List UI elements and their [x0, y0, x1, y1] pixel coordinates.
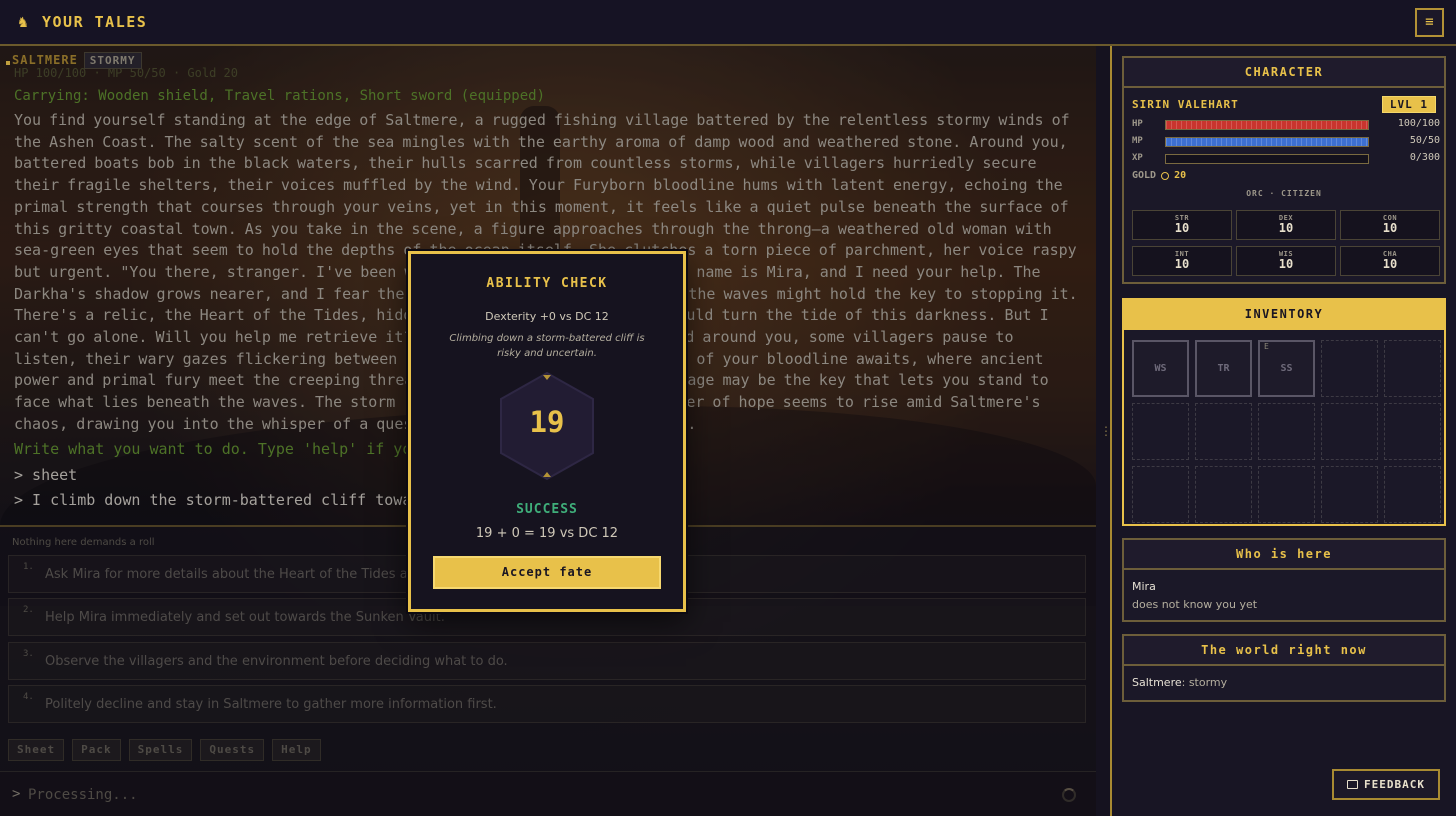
- hp-bar: HP 100/100: [1132, 118, 1440, 132]
- hp-track: [1165, 120, 1369, 130]
- inventory-slot-empty[interactable]: [1258, 466, 1315, 523]
- feedback-label: FEEDBACK: [1364, 778, 1425, 791]
- world-panel-title: The world right now: [1124, 636, 1444, 666]
- top-bar: ♞ YOUR TALES ≡: [0, 0, 1456, 46]
- roll-value: 19: [529, 405, 565, 439]
- hp-value: 100/100: [1397, 118, 1440, 129]
- panel-splitter[interactable]: ⋮: [1096, 46, 1112, 816]
- gold-row: GOLD 20: [1132, 170, 1186, 181]
- mp-label: MP: [1132, 136, 1143, 146]
- xp-value: 0/300: [1409, 152, 1440, 163]
- hamburger-icon: ≡: [1425, 14, 1434, 30]
- who-is-here-title: Who is here: [1124, 540, 1444, 570]
- character-panel: CHARACTER SIRIN VALEHART LVL 1 HP 100/10…: [1122, 56, 1446, 284]
- ability-wis: WIS 10: [1236, 246, 1336, 276]
- check-math: 19 + 0 = 19 vs DC 12: [475, 526, 619, 541]
- ability-value: 10: [1174, 221, 1190, 235]
- inventory-panel-title: INVENTORY: [1124, 300, 1444, 330]
- inventory-slot-empty[interactable]: [1384, 403, 1441, 460]
- character-name: SIRIN VALEHART: [1132, 98, 1239, 111]
- inventory-slot-filled[interactable]: TR: [1195, 340, 1252, 397]
- ability-value: 10: [1382, 221, 1398, 235]
- mp-bar: MP 50/50: [1132, 135, 1440, 149]
- ability-scores: STR 10 DEX 10 CON 10 INT 10 WIS 10 CHA 10: [1132, 210, 1440, 276]
- item-code: TR: [1217, 363, 1230, 374]
- hamburger-menu-button[interactable]: ≡: [1415, 8, 1444, 37]
- inventory-slot-empty[interactable]: [1321, 403, 1378, 460]
- inventory-slot-empty[interactable]: [1384, 340, 1441, 397]
- side-panel: CHARACTER SIRIN VALEHART LVL 1 HP 100/10…: [1112, 46, 1456, 816]
- level-badge: LVL 1: [1381, 96, 1436, 113]
- ability-value: 10: [1382, 257, 1398, 271]
- hp-fill: [1166, 121, 1368, 129]
- xp-track: [1165, 154, 1369, 164]
- check-description: Climbing down a storm-battered cliff is …: [449, 333, 645, 359]
- ability-value: 10: [1174, 257, 1190, 271]
- race-class: ORC · CITIZEN: [1246, 189, 1322, 198]
- character-panel-title: CHARACTER: [1124, 58, 1444, 88]
- xp-label: XP: [1132, 153, 1143, 163]
- gold-label: GOLD: [1132, 170, 1157, 181]
- inventory-slot-filled[interactable]: SS E: [1258, 340, 1315, 397]
- inventory-slot-empty[interactable]: [1384, 466, 1441, 523]
- ability-con: CON 10: [1340, 210, 1440, 240]
- inventory-slot-filled[interactable]: WS: [1132, 340, 1189, 397]
- who-is-here-panel: Who is here Mira does not know you yet: [1122, 538, 1446, 622]
- inventory-slot-empty[interactable]: [1132, 403, 1189, 460]
- xp-bar: XP 0/300: [1132, 152, 1440, 166]
- npc-name[interactable]: Mira: [1132, 580, 1156, 593]
- inventory-slot-empty[interactable]: [1132, 466, 1189, 523]
- ability-check-modal: ABILITY CHECK Dexterity +0 vs DC 12 Clim…: [408, 251, 686, 612]
- mp-fill: [1166, 138, 1368, 146]
- inventory-slot-empty[interactable]: [1195, 403, 1252, 460]
- ability-value: 10: [1278, 221, 1294, 235]
- inventory-slot-empty[interactable]: [1258, 403, 1315, 460]
- world-state: Saltmere: stormy: [1132, 676, 1227, 689]
- feedback-button[interactable]: FEEDBACK: [1332, 769, 1440, 800]
- chat-icon: [1347, 780, 1358, 789]
- inventory-slot-empty[interactable]: [1195, 466, 1252, 523]
- inventory-slot-empty[interactable]: [1321, 340, 1378, 397]
- warrior-icon: ♞: [18, 12, 28, 31]
- npc-status: does not know you yet: [1132, 598, 1258, 611]
- inventory-panel: INVENTORY WS TR SS E: [1122, 298, 1446, 526]
- world-place: Saltmere: [1132, 676, 1182, 689]
- mp-value: 50/50: [1409, 135, 1440, 146]
- ability-dex: DEX 10: [1236, 210, 1336, 240]
- check-subtitle: Dexterity +0 vs DC 12: [485, 310, 609, 323]
- ability-value: 10: [1278, 257, 1294, 271]
- ability-cha: CHA 10: [1340, 246, 1440, 276]
- inventory-slot-empty[interactable]: [1321, 466, 1378, 523]
- gold-value: 20: [1174, 170, 1187, 181]
- inventory-grid: WS TR SS E: [1132, 340, 1441, 523]
- coin-icon: [1161, 171, 1170, 180]
- ability-str: STR 10: [1132, 210, 1232, 240]
- modal-title: ABILITY CHECK: [486, 276, 608, 291]
- mp-track: [1165, 137, 1369, 147]
- ability-int: INT 10: [1132, 246, 1232, 276]
- d20-die: 19: [499, 371, 595, 481]
- accept-fate-button[interactable]: Accept fate: [433, 556, 661, 589]
- world-state-value: : stormy: [1181, 676, 1228, 689]
- equipped-marker: E: [1264, 342, 1269, 351]
- check-result: SUCCESS: [516, 502, 578, 517]
- app-title: YOUR TALES: [42, 13, 148, 31]
- item-code: WS: [1154, 363, 1167, 374]
- hp-label: HP: [1132, 119, 1143, 129]
- world-panel: The world right now Saltmere: stormy: [1122, 634, 1446, 702]
